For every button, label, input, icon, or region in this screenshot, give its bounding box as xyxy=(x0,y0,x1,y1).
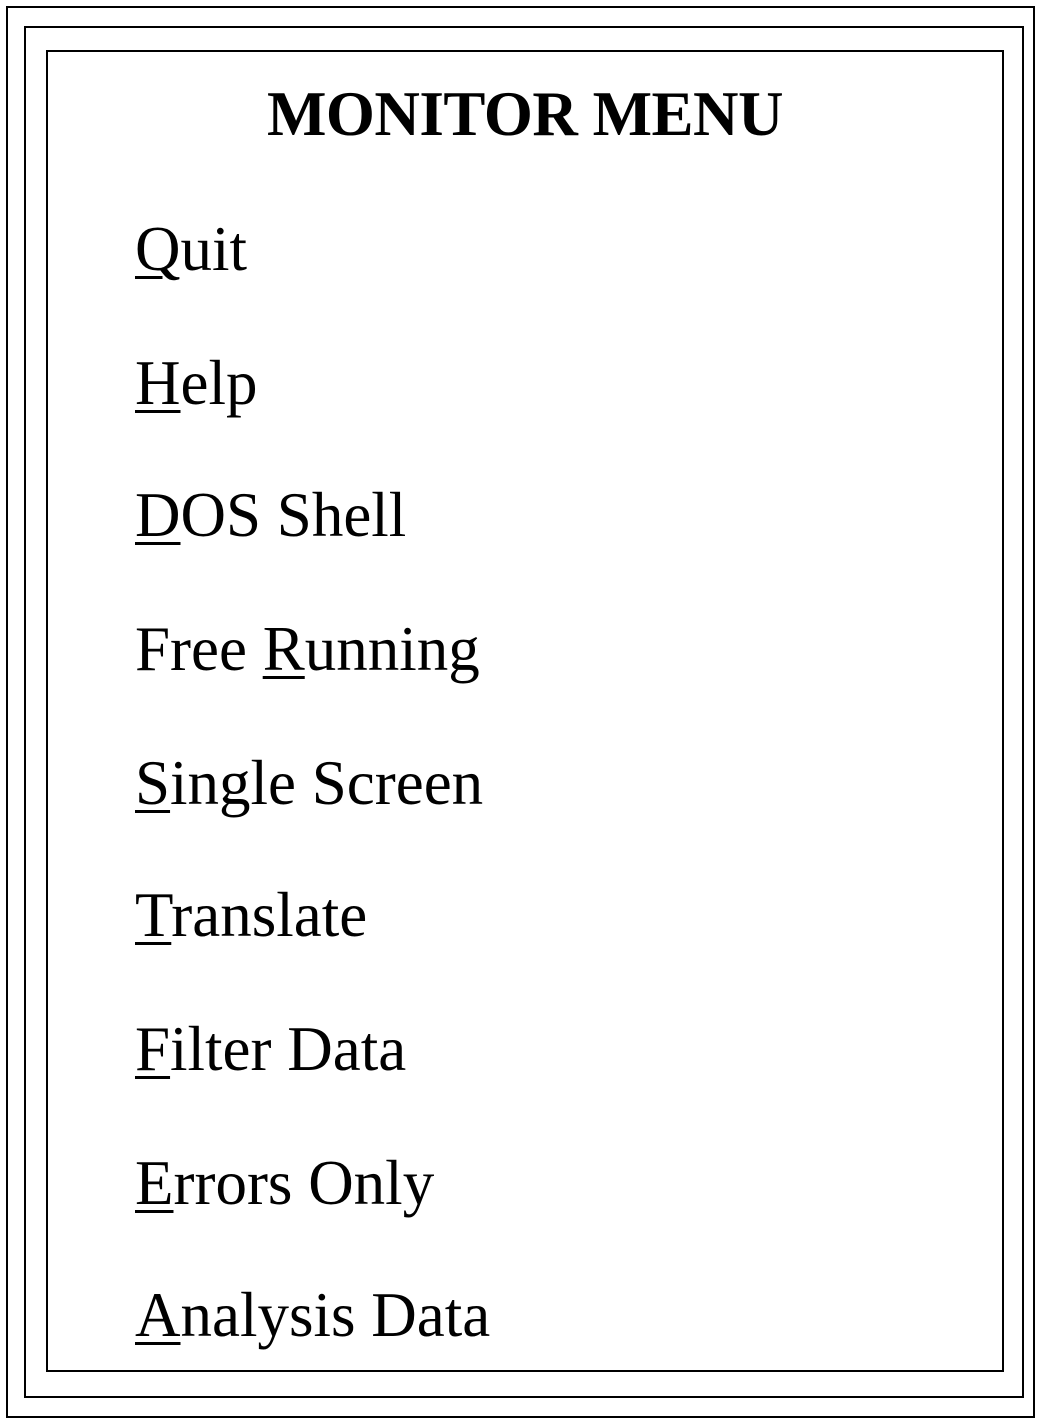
menu-item-suffix: elp xyxy=(180,348,258,418)
menu-item-single-screen[interactable]: Single Screen xyxy=(135,745,483,821)
menu-item-analysis-data[interactable]: Analysis Data xyxy=(135,1277,490,1353)
menu-item-suffix: uit xyxy=(180,214,248,284)
menu-item-suffix: ilter Data xyxy=(170,1014,407,1084)
menu-item-suffix: rrors Only xyxy=(173,1148,435,1218)
menu-item-help[interactable]: Help xyxy=(135,345,257,421)
menu-item-quit[interactable]: Quit xyxy=(135,211,247,287)
menu-item-suffix: OS Shell xyxy=(180,480,407,550)
menu-item-suffix: nalysis Data xyxy=(180,1280,491,1350)
hotkey-letter: R xyxy=(262,614,305,684)
hotkey-letter: Q xyxy=(135,214,181,284)
menu-item-errors-only[interactable]: Errors Only xyxy=(135,1145,434,1221)
hotkey-letter: A xyxy=(135,1280,181,1350)
menu-item-suffix: ranslate xyxy=(171,880,368,950)
menu-title: MONITOR MENU xyxy=(266,79,784,149)
hotkey-letter: D xyxy=(135,480,181,550)
hotkey-letter: T xyxy=(135,880,172,950)
menu-item-filter-data[interactable]: Filter Data xyxy=(135,1011,406,1087)
hotkey-letter: E xyxy=(135,1148,174,1218)
menu-item-free-running[interactable]: Free Running xyxy=(135,611,480,687)
hotkey-letter: H xyxy=(135,348,181,418)
menu-item-suffix: unning xyxy=(304,614,480,684)
menu-item-translate[interactable]: Translate xyxy=(135,877,367,953)
hotkey-letter: S xyxy=(135,748,171,818)
menu-item-dos-shell[interactable]: DOS Shell xyxy=(135,477,406,553)
hotkey-letter: F xyxy=(135,1014,171,1084)
menu-item-prefix: Free xyxy=(135,614,263,684)
menu-item-suffix: ingle Screen xyxy=(170,748,484,818)
